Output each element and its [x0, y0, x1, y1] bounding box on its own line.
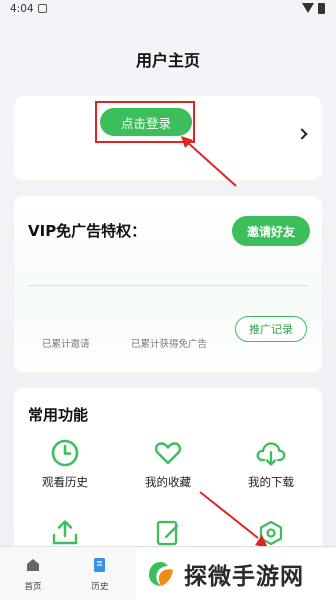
nav-item-home[interactable]: 首页: [13, 557, 53, 592]
watermark-text: 探微手游网: [184, 564, 304, 590]
home-icon: [27, 559, 39, 571]
nav-item-history[interactable]: 历史: [80, 557, 120, 592]
watermark-logo-icon: [149, 562, 173, 586]
nav-label-home: 首页: [24, 582, 42, 592]
watermark: 探微手游网: [136, 548, 336, 600]
annotation-arrows: [181, 136, 268, 548]
nav-label-history: 历史: [91, 582, 109, 592]
history-icon: [94, 558, 105, 572]
